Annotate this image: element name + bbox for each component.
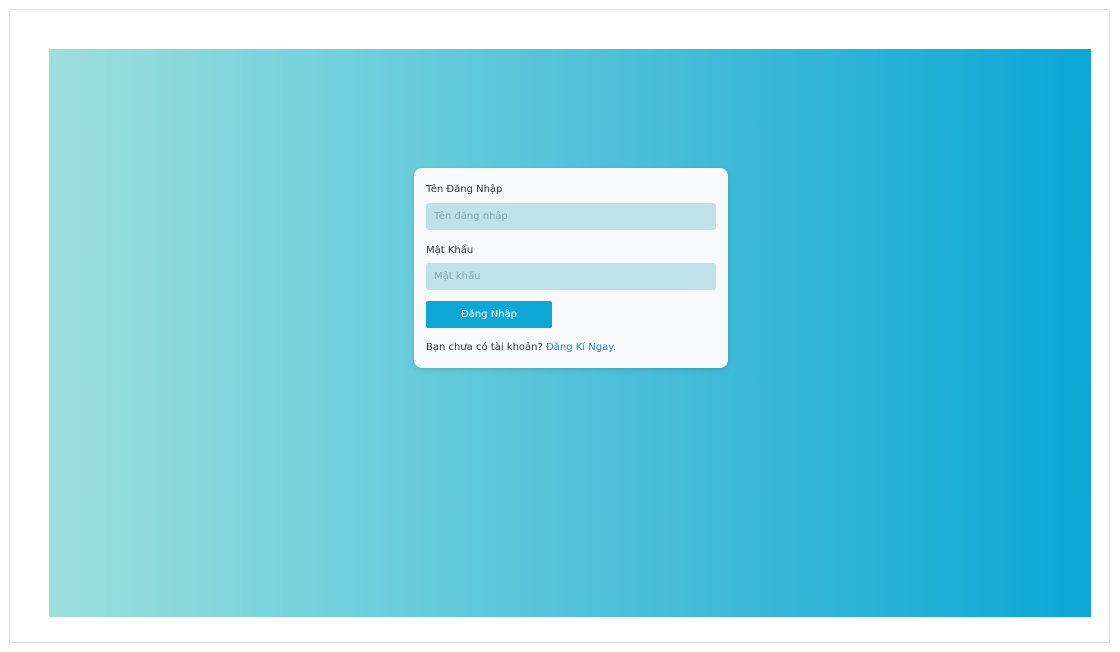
- register-prompt-text: Bạn chưa có tài khoản?: [426, 342, 543, 353]
- register-link[interactable]: Đăng Kí Ngay: [546, 342, 613, 353]
- username-label: Tên Đăng Nhập: [426, 184, 503, 195]
- username-input[interactable]: [426, 203, 716, 230]
- password-input[interactable]: [426, 263, 716, 290]
- login-button[interactable]: Đăng Nhập: [426, 301, 552, 328]
- register-prompt: Bạn chưa có tài khoản? Đăng Kí Ngay.: [426, 342, 616, 353]
- password-label: Mật Khẩu: [426, 245, 474, 256]
- register-suffix: .: [612, 342, 616, 353]
- login-card: Tên Đăng Nhập Mật Khẩu Đăng Nhập Bạn chư…: [414, 168, 728, 368]
